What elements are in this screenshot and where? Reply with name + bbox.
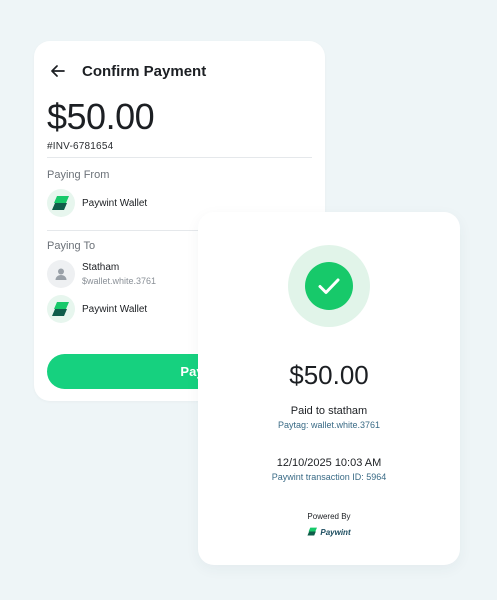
stage: Confirm Payment $50.00 #INV-6781654 Payi…	[0, 0, 497, 600]
user-icon	[47, 260, 75, 288]
paytag-text: Paytag: wallet.white.3761	[277, 420, 381, 430]
paywint-logo-icon	[47, 189, 75, 217]
brand-name: Paywint	[320, 527, 351, 537]
page-title: Confirm Payment	[82, 62, 207, 80]
from-account-name: Paywint Wallet	[82, 197, 148, 209]
paid-to-text: Paid to statham	[290, 405, 368, 417]
paying-to-label: Paying To	[47, 240, 96, 252]
recipient-tag: $wallet.white.3761	[82, 276, 157, 286]
header: Confirm Payment	[47, 53, 206, 89]
payment-amount: $50.00	[47, 96, 155, 137]
checkmark-icon	[305, 262, 353, 310]
from-account-row[interactable]: Paywint Wallet	[47, 189, 147, 217]
to-account-name: Paywint Wallet	[82, 303, 148, 315]
divider	[47, 157, 312, 158]
success-badge	[288, 245, 370, 327]
recipient-name: Statham	[82, 262, 120, 273]
paywint-logo-icon	[47, 295, 75, 323]
receipt-amount: $50.00	[289, 360, 369, 390]
to-account-row[interactable]: Paywint Wallet	[47, 295, 147, 323]
invoice-number: #INV-6781654	[47, 141, 114, 152]
transaction-id: Paywint transaction ID: 5964	[271, 472, 387, 482]
paying-from-label: Paying From	[47, 169, 110, 181]
paywint-logo-icon	[307, 523, 318, 541]
back-arrow-icon[interactable]	[47, 60, 69, 82]
transaction-datetime: 12/10/2025 10:03 AM	[276, 457, 382, 469]
payment-receipt-card: $50.00 Paid to statham Paytag: wallet.wh…	[198, 212, 460, 565]
recipient-row[interactable]: Statham $wallet.white.3761	[47, 260, 156, 288]
brand-logo: Paywint	[198, 523, 460, 541]
powered-by-label: Powered By	[307, 512, 351, 521]
